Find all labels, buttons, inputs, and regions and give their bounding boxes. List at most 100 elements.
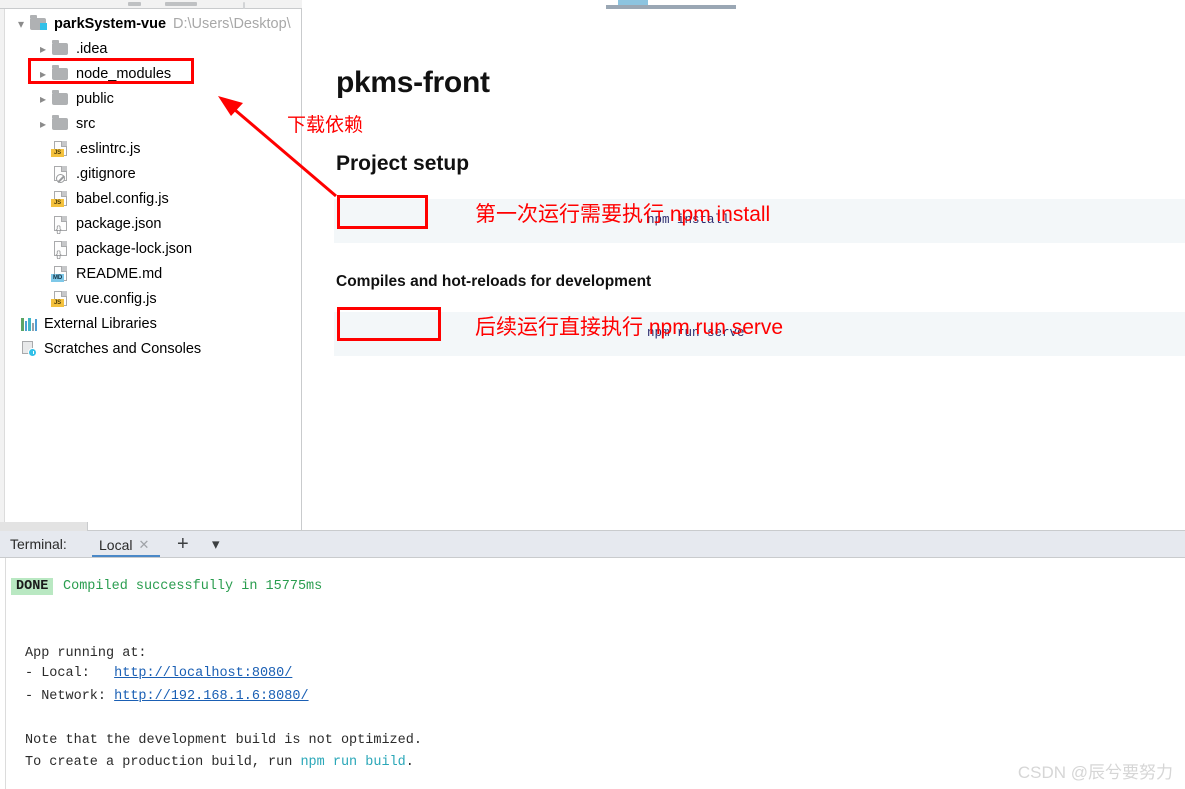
chevron-down-icon[interactable]: ▾ — [212, 537, 220, 553]
folder-icon — [29, 15, 49, 32]
tree-indent: ▸ — [35, 193, 51, 205]
tree-item-label: package-lock.json — [76, 240, 193, 257]
chevron-down-icon[interactable]: ▾ — [13, 18, 29, 30]
network-label: - Network: — [25, 689, 115, 704]
terminal-line-local: - Local: http://localhost:8080/ — [25, 666, 292, 681]
js-file-icon: JS — [51, 290, 71, 307]
terminal-line-create-build: To create a production build, run npm ru… — [25, 755, 414, 770]
tree-row-gitignore[interactable]: ▸ .gitignore — [5, 161, 301, 186]
toolbar-ghost-icon — [128, 2, 141, 6]
tree-row-scratches-and-consoles[interactable]: Scratches and Consoles — [5, 336, 301, 361]
tree-indent: ▸ — [35, 243, 51, 255]
js-file-icon: JS — [51, 140, 71, 157]
code-text-serve: npm run serve — [647, 326, 745, 340]
tree-item-label: public — [76, 90, 114, 107]
tree-indent: ▸ — [35, 268, 51, 280]
create-build-command: npm run build — [300, 755, 406, 770]
markdown-preview-panel: pkms-front Project setup npm install Com… — [303, 9, 1185, 530]
js-file-icon: JS — [51, 190, 71, 207]
tree-row-babel-config[interactable]: ▸ JS babel.config.js — [5, 186, 301, 211]
libraries-bars-icon — [19, 315, 39, 332]
folder-icon — [51, 65, 71, 82]
tree-row-eslintrc[interactable]: ▸ JS .eslintrc.js — [5, 136, 301, 161]
watermark: CSDN @辰兮要努力 — [1017, 763, 1173, 782]
js-badge: JS — [51, 299, 64, 307]
tree-indent: ▸ — [35, 168, 51, 180]
tree-item-label: .eslintrc.js — [76, 140, 141, 157]
tree-item-label: vue.config.js — [76, 290, 157, 307]
heading-project-setup: Project setup — [336, 152, 470, 175]
heading-compiles-hot-reloads: Compiles and hot-reloads for development — [336, 273, 652, 290]
tree-item-label: External Libraries — [44, 315, 157, 332]
tree-indent: ▸ — [35, 293, 51, 305]
tree-item-label: Scratches and Consoles — [44, 340, 202, 357]
panel-stub — [0, 522, 88, 531]
scratches-clock-icon — [19, 340, 39, 357]
md-badge: MD — [51, 274, 64, 282]
chevron-right-icon[interactable]: ▸ — [35, 68, 51, 80]
json-badge: {} — [55, 249, 62, 259]
tree-item-label: babel.config.js — [76, 190, 169, 207]
tree-row-vue-config[interactable]: ▸ JS vue.config.js — [5, 286, 301, 311]
tree-row-package-lock-json[interactable]: ▸ {} package-lock.json — [5, 236, 301, 261]
terminal-gutter — [0, 558, 6, 789]
toolbar-strip — [0, 0, 302, 9]
folder-icon — [51, 40, 71, 57]
js-badge: JS — [51, 149, 64, 157]
terminal-status-message: Compiled successfully in 15775ms — [63, 579, 323, 594]
chevron-right-icon[interactable]: ▸ — [35, 118, 51, 130]
tree-row-src[interactable]: ▸ src — [5, 111, 301, 136]
gitignore-file-icon — [51, 165, 71, 183]
status-badge: DONE — [11, 578, 54, 595]
tree-item-label: node_modules — [76, 65, 172, 82]
toolbar-divider — [243, 2, 245, 9]
js-badge: JS — [51, 199, 64, 207]
tree-row-public[interactable]: ▸ public — [5, 86, 301, 111]
create-build-prefix: To create a production build, run — [25, 755, 301, 770]
tree-item-label: .idea — [76, 40, 108, 57]
tree-row-idea[interactable]: ▸ .idea — [5, 36, 301, 61]
local-label: - Local: — [25, 666, 115, 681]
tree-row-root[interactable]: ▾ parkSystem-vue D:\Users\Desktop\ — [5, 11, 301, 36]
create-build-suffix: . — [405, 755, 414, 770]
tree-row-node-modules[interactable]: ▸ node_modules — [5, 61, 301, 86]
close-icon[interactable]: ✕ — [138, 537, 149, 553]
toolbar-ghost-icon — [165, 2, 197, 6]
md-file-icon: MD — [51, 265, 71, 282]
page-title: pkms-front — [336, 66, 490, 99]
tree-item-label: README.md — [76, 265, 163, 282]
tree-item-label: src — [76, 115, 96, 132]
terminal-line-network: - Network: http://192.168.1.6:8080/ — [25, 689, 309, 704]
terminal-tab-label: Local — [99, 536, 133, 553]
project-tree[interactable]: ▾ parkSystem-vue D:\Users\Desktop\ ▸ .id… — [5, 11, 301, 361]
terminal-tabstrip[interactable]: Terminal: Local ✕ + ▾ — [0, 522, 1185, 558]
folder-icon — [51, 90, 71, 107]
plus-icon[interactable]: + — [177, 534, 189, 554]
json-file-icon: {} — [51, 240, 71, 259]
tree-item-label: .gitignore — [76, 165, 136, 182]
tree-indent: ▸ — [35, 218, 51, 230]
terminal-line-note: Note that the development build is not o… — [25, 733, 422, 748]
network-url-link[interactable]: http://192.168.1.6:8080/ — [114, 689, 308, 704]
tree-row-readme[interactable]: ▸ MD README.md — [5, 261, 301, 286]
terminal-panel-label: Terminal: — [10, 536, 67, 552]
json-file-icon: {} — [51, 215, 71, 234]
root-project-path: D:\Users\Desktop\ — [173, 15, 291, 32]
tree-row-external-libraries[interactable]: External Libraries — [5, 311, 301, 336]
editor-tabstrip — [303, 0, 1185, 9]
ide-window: ▾ parkSystem-vue D:\Users\Desktop\ ▸ .id… — [0, 0, 1185, 789]
chevron-right-icon[interactable]: ▸ — [35, 43, 51, 55]
code-block-install — [334, 199, 1185, 243]
local-url-link[interactable]: http://localhost:8080/ — [114, 666, 292, 681]
folder-icon — [51, 115, 71, 132]
tree-row-package-json[interactable]: ▸ {} package.json — [5, 211, 301, 236]
project-tree-panel[interactable]: ▾ parkSystem-vue D:\Users\Desktop\ ▸ .id… — [0, 9, 302, 530]
tree-item-label: package.json — [76, 215, 162, 232]
root-project-name: parkSystem-vue — [54, 15, 167, 32]
json-badge: {} — [55, 224, 62, 234]
code-block-serve — [334, 312, 1185, 356]
code-text-install: npm install — [647, 213, 730, 227]
terminal-tab-local[interactable]: Local ✕ — [92, 531, 160, 558]
chevron-right-icon[interactable]: ▸ — [35, 93, 51, 105]
tree-indent: ▸ — [35, 143, 51, 155]
